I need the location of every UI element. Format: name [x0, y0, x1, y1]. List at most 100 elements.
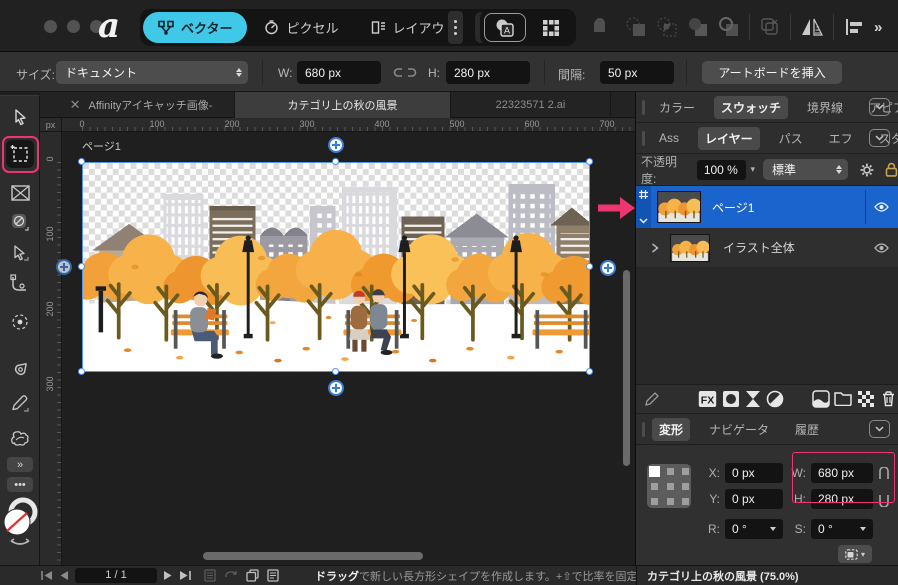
link-dimensions-icon[interactable]: [393, 67, 417, 78]
selection-handle-t[interactable]: [332, 158, 339, 165]
selection-handle-b[interactable]: [332, 368, 339, 375]
selection-handle-l[interactable]: [78, 263, 85, 270]
tab-transform[interactable]: 変形: [652, 418, 690, 441]
blend-mode-select[interactable]: 標準: [763, 159, 848, 180]
persona-vector[interactable]: ベクター: [143, 12, 247, 43]
edit-layer-icon[interactable]: [644, 390, 661, 407]
artboard-name-label[interactable]: ページ1: [82, 138, 121, 154]
caret-down-icon[interactable]: [860, 527, 866, 531]
flip-horizontal-icon[interactable]: [800, 16, 824, 38]
fill-tool[interactable]: [6, 208, 34, 236]
boolean-intersect-icon[interactable]: [656, 16, 678, 38]
tab-layers[interactable]: レイヤー: [698, 127, 760, 150]
new-layer-icon[interactable]: [812, 390, 830, 408]
close-tab-icon[interactable]: ✕: [62, 97, 89, 113]
w-input[interactable]: 680 px: [811, 463, 873, 483]
selection-handle-br[interactable]: [586, 368, 593, 375]
layer-effects-fx-icon[interactable]: FX: [698, 390, 717, 408]
add-artboard-bottom-button[interactable]: [328, 380, 344, 396]
insert-inside-button[interactable]: A: [484, 13, 526, 42]
tab-color[interactable]: カラー: [652, 96, 702, 119]
duplicate-page-icon[interactable]: [246, 569, 259, 582]
lock-icon[interactable]: [885, 162, 898, 177]
h-input[interactable]: 280 px: [811, 489, 873, 509]
adjustment-layer-icon[interactable]: [745, 390, 761, 408]
traffic-light-minimize[interactable]: [67, 20, 80, 33]
insert-artboard-button[interactable]: アートボードを挿入: [702, 61, 842, 84]
sync-view-icon[interactable]: [224, 570, 238, 581]
boolean-add-icon[interactable]: [594, 16, 616, 38]
tab-assets[interactable]: Ass: [652, 128, 686, 148]
boolean-divide-icon[interactable]: [687, 16, 709, 38]
x-input[interactable]: 0 px: [725, 463, 783, 483]
gap-input[interactable]: 50 px: [600, 61, 674, 84]
doc-tab-3[interactable]: 22323571 2.ai: [451, 92, 611, 118]
next-page-icon[interactable]: [163, 570, 173, 581]
snapping-options-button[interactable]: [530, 13, 572, 42]
new-group-folder-icon[interactable]: [834, 390, 852, 406]
add-artboard-right-button[interactable]: [600, 260, 616, 276]
tab-paths[interactable]: パス: [772, 127, 810, 150]
rotation-input[interactable]: 0 °: [725, 519, 783, 539]
pen-tool[interactable]: [6, 355, 34, 383]
anchor-point-selector[interactable]: [645, 462, 693, 510]
persona-pixel[interactable]: ピクセル: [249, 12, 353, 43]
opacity-caret-icon[interactable]: ▾: [750, 164, 755, 175]
layer-row-page1[interactable]: ページ1: [636, 186, 898, 228]
vector-brush-tool[interactable]: [6, 424, 34, 452]
artboard-layer-strip[interactable]: [636, 186, 651, 228]
visibility-eye-icon[interactable]: [874, 202, 889, 212]
selection-handle-bl[interactable]: [78, 368, 85, 375]
first-page-icon[interactable]: [40, 570, 53, 581]
width-input[interactable]: 680 px: [297, 61, 381, 84]
boolean-combine-icon[interactable]: [718, 16, 740, 38]
more-tools-chevron[interactable]: »: [7, 457, 33, 472]
chevron-right-icon[interactable]: [651, 243, 659, 253]
node-tool[interactable]: [6, 239, 34, 267]
shear-input[interactable]: 0 °: [811, 519, 873, 539]
selection-handle-r[interactable]: [586, 263, 593, 270]
opacity-input[interactable]: 100 %: [697, 160, 747, 180]
last-page-icon[interactable]: [179, 570, 192, 581]
height-input[interactable]: 280 px: [446, 61, 530, 84]
toolbar-menu-kebab[interactable]: [448, 11, 463, 44]
panel-collapse-button[interactable]: [869, 420, 890, 438]
panel-grip[interactable]: [642, 100, 645, 115]
document-info-icon[interactable]: [267, 569, 279, 582]
caret-down-icon[interactable]: [770, 527, 776, 531]
add-artboard-top-button[interactable]: [328, 137, 344, 153]
canvas-viewport[interactable]: px 0100200300400500600700 0100200300 ページ…: [40, 118, 635, 565]
panel-grip[interactable]: [642, 131, 645, 146]
layer-row-illustration[interactable]: イラスト全体: [636, 228, 898, 268]
y-input[interactable]: 0 px: [725, 489, 783, 509]
doc-tab-1[interactable]: ✕ Affinityアイキャッチ画像-: [40, 92, 235, 118]
previous-page-icon[interactable]: [59, 570, 69, 581]
doc-tab-2[interactable]: カテゴリ上の秋の風景: [235, 92, 451, 118]
tab-stroke[interactable]: 境界線: [800, 96, 850, 119]
tab-effects[interactable]: エフ: [822, 127, 860, 150]
gear-icon[interactable]: [859, 162, 875, 178]
move-to-layer-icon[interactable]: [759, 16, 781, 38]
vertical-scrollbar[interactable]: [623, 270, 630, 466]
add-artboard-left-button[interactable]: [56, 259, 72, 275]
alignment-icon[interactable]: [843, 16, 865, 38]
artboard[interactable]: [82, 162, 590, 372]
corner-tool[interactable]: [6, 270, 34, 298]
boolean-subtract-icon[interactable]: [625, 16, 647, 38]
mask-layer-icon[interactable]: [722, 390, 740, 408]
horizontal-scrollbar[interactable]: [203, 552, 423, 560]
live-filter-icon[interactable]: [766, 390, 784, 408]
transparency-checker-icon[interactable]: [857, 390, 874, 407]
transform-options-button[interactable]: ▾: [838, 545, 872, 563]
traffic-light-close[interactable]: [44, 20, 57, 33]
visibility-eye-icon[interactable]: [874, 243, 889, 253]
tab-history[interactable]: 履歴: [788, 418, 826, 441]
size-select[interactable]: ドキュメント: [56, 61, 248, 84]
panel-collapse-button[interactable]: [869, 129, 890, 147]
artboard-tool[interactable]: [6, 140, 34, 168]
fill-stroke-selector[interactable]: [1, 497, 39, 549]
tools-ellipsis-button[interactable]: •••: [7, 477, 33, 492]
delete-layer-trash-icon[interactable]: [881, 390, 896, 407]
page-indicator[interactable]: 1 / 1: [75, 568, 157, 583]
selection-handle-tr[interactable]: [586, 158, 593, 165]
